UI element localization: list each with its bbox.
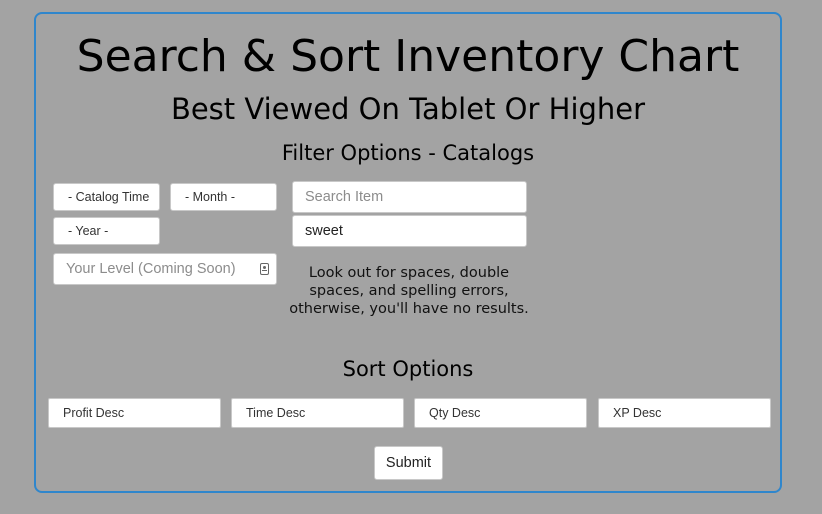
search-value-input[interactable]: sweet (292, 215, 527, 247)
sort-time-select[interactable]: Time Desc (231, 398, 404, 428)
submit-button[interactable]: Submit (374, 446, 443, 480)
sort-xp-select[interactable]: XP Desc (598, 398, 771, 428)
year-select[interactable]: - Year - (53, 217, 160, 245)
page-subtitle: Best Viewed On Tablet Or Higher (170, 92, 646, 126)
level-input-placeholder: Your Level (Coming Soon) (66, 261, 236, 277)
catalog-time-select[interactable]: - Catalog Time (53, 183, 160, 211)
page-title: Search & Sort Inventory Chart (76, 31, 740, 82)
search-item-input[interactable]: Search Item (292, 181, 527, 213)
contact-card-icon (260, 263, 269, 275)
filter-options-heading: Filter Options - Catalogs (281, 141, 535, 165)
level-input[interactable]: Your Level (Coming Soon) (53, 253, 277, 285)
month-select[interactable]: - Month - (170, 183, 277, 211)
search-tip-note: Look out for spaces, double spaces, and … (289, 265, 529, 317)
sort-profit-select[interactable]: Profit Desc (48, 398, 221, 428)
sort-qty-select[interactable]: Qty Desc (414, 398, 587, 428)
sort-options-heading: Sort Options (342, 357, 474, 381)
inventory-panel: Search & Sort Inventory Chart Best Viewe… (34, 12, 782, 493)
